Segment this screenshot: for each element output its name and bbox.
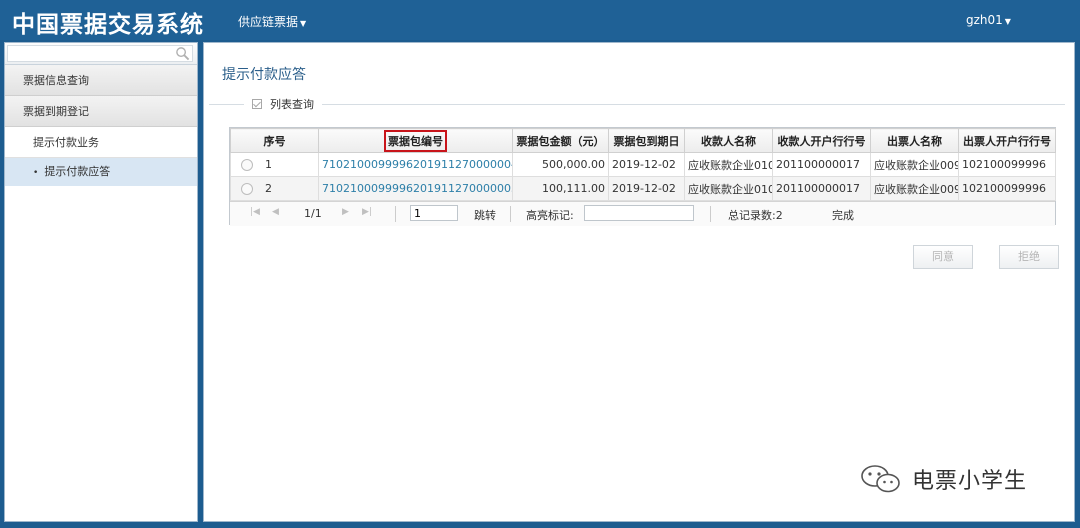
- results-table: 序号 票据包编号 票据包金额（元） 票据包到期日 收款人名称 收款人开户行行号 …: [229, 127, 1056, 226]
- supply-chain-menu[interactable]: 供应链票据 ▼: [238, 13, 306, 30]
- due-date-cell: 2019-12-02: [608, 176, 685, 201]
- payee-bank-cell: 201100000017: [772, 152, 871, 177]
- row-radio[interactable]: [241, 183, 253, 195]
- drawer-cell: 应收账款企业009: [870, 152, 959, 177]
- page-title: 提示付款应答: [222, 67, 306, 83]
- drawer-bank-cell: 102100099996: [958, 176, 1056, 201]
- agree-button[interactable]: 同意: [913, 245, 973, 269]
- sidebar-item-payment-response[interactable]: • 提示付款应答: [5, 158, 197, 186]
- next-page-icon[interactable]: ▶: [342, 207, 349, 217]
- column-header-due-date[interactable]: 票据包到期日: [608, 128, 685, 153]
- load-status: 完成: [832, 209, 854, 222]
- column-header-drawer[interactable]: 出票人名称: [870, 128, 959, 153]
- payee-cell: 应收账款企业010: [684, 152, 773, 177]
- row-radio[interactable]: [241, 159, 253, 171]
- section-divider: [209, 104, 1065, 105]
- reject-button[interactable]: 拒绝: [999, 245, 1059, 269]
- section-label: 列表查询: [270, 98, 314, 111]
- highlight-input[interactable]: [584, 205, 694, 221]
- sidebar-item-label: 提示付款应答: [44, 165, 111, 178]
- total-records: 总记录数:2: [728, 209, 783, 222]
- sidebar-item-bill-query[interactable]: 票据信息查询: [5, 65, 197, 96]
- app-title: 中国票据交易系统: [12, 12, 204, 38]
- wechat-icon: [861, 465, 900, 493]
- table-row[interactable]: 1 710210009999620191127000000439 500,000…: [230, 152, 1056, 177]
- last-page-icon[interactable]: ▶|: [362, 207, 372, 217]
- jump-button[interactable]: 跳转: [474, 207, 496, 223]
- highlight-box: 票据包编号: [384, 129, 447, 152]
- payee-cell: 应收账款企业010: [684, 176, 773, 201]
- pager-divider: [510, 206, 511, 222]
- first-page-icon[interactable]: |◀: [250, 207, 260, 217]
- watermark: 电票小学生: [860, 464, 1027, 494]
- watermark-text: 电票小学生: [912, 469, 1028, 494]
- page-number-input[interactable]: [410, 205, 458, 221]
- table-row[interactable]: 2 710210009999620191127000000375 100,111…: [230, 176, 1056, 201]
- sidebar-item-payment-request[interactable]: 提示付款业务: [5, 127, 197, 158]
- drawer-cell: 应收账款企业009: [870, 176, 959, 201]
- sidebar-search: [5, 43, 197, 65]
- row-select-cell: 2: [230, 176, 319, 201]
- caret-down-icon: ▼: [1004, 17, 1011, 26]
- sidebar: 票据信息查询 票据到期登记 提示付款业务 • 提示付款应答: [4, 42, 198, 522]
- amount-cell: 100,111.00: [512, 176, 609, 201]
- column-header-seq: 序号: [230, 128, 319, 153]
- sidebar-item-maturity-registration[interactable]: 票据到期登记: [5, 96, 197, 127]
- row-seq: 1: [265, 158, 272, 171]
- collapse-check-icon: [252, 99, 262, 109]
- column-header-amount[interactable]: 票据包金额（元）: [512, 128, 609, 153]
- row-select-cell: 1: [230, 152, 319, 177]
- prev-page-icon[interactable]: ◀: [272, 207, 279, 217]
- caret-down-icon: ▼: [300, 19, 307, 28]
- page-info: 1/1: [304, 207, 322, 220]
- package-no-link[interactable]: 710210009999620191127000000375: [318, 176, 513, 201]
- column-header-payee[interactable]: 收款人名称: [684, 128, 773, 153]
- list-query-toggle[interactable]: 列表查询: [244, 96, 322, 112]
- column-header-drawer-bank[interactable]: 出票人开户行行号: [958, 128, 1056, 153]
- user-menu[interactable]: gzh01 ▼: [966, 13, 1011, 27]
- row-seq: 2: [265, 182, 272, 195]
- pager-divider: [710, 206, 711, 222]
- main-panel: 提示付款应答 列表查询 序号 票据包编号 票据包金额（元） 票据包到期日 收款人…: [203, 42, 1075, 522]
- amount-cell: 500,000.00: [512, 152, 609, 177]
- sidebar-search-input[interactable]: [7, 45, 193, 62]
- bullet-icon: •: [33, 168, 39, 178]
- package-no-link[interactable]: 710210009999620191127000000439: [318, 152, 513, 177]
- user-name: gzh01: [966, 13, 1003, 27]
- due-date-cell: 2019-12-02: [608, 152, 685, 177]
- supply-chain-menu-label: 供应链票据: [238, 15, 299, 29]
- payee-bank-cell: 201100000017: [772, 176, 871, 201]
- column-header-payee-bank[interactable]: 收款人开户行行号: [772, 128, 871, 153]
- search-icon[interactable]: [175, 46, 190, 61]
- pagination-bar: |◀ ◀ 1/1 ▶ ▶| 跳转 高亮标记: 总记录数:2 完成: [230, 201, 1055, 226]
- pager-divider: [395, 206, 396, 222]
- highlight-label: 高亮标记:: [526, 209, 574, 222]
- drawer-bank-cell: 102100099996: [958, 152, 1056, 177]
- column-header-package-no[interactable]: 票据包编号: [318, 128, 513, 153]
- top-bar: 中国票据交易系统 供应链票据 ▼ gzh01 ▼: [0, 0, 1080, 40]
